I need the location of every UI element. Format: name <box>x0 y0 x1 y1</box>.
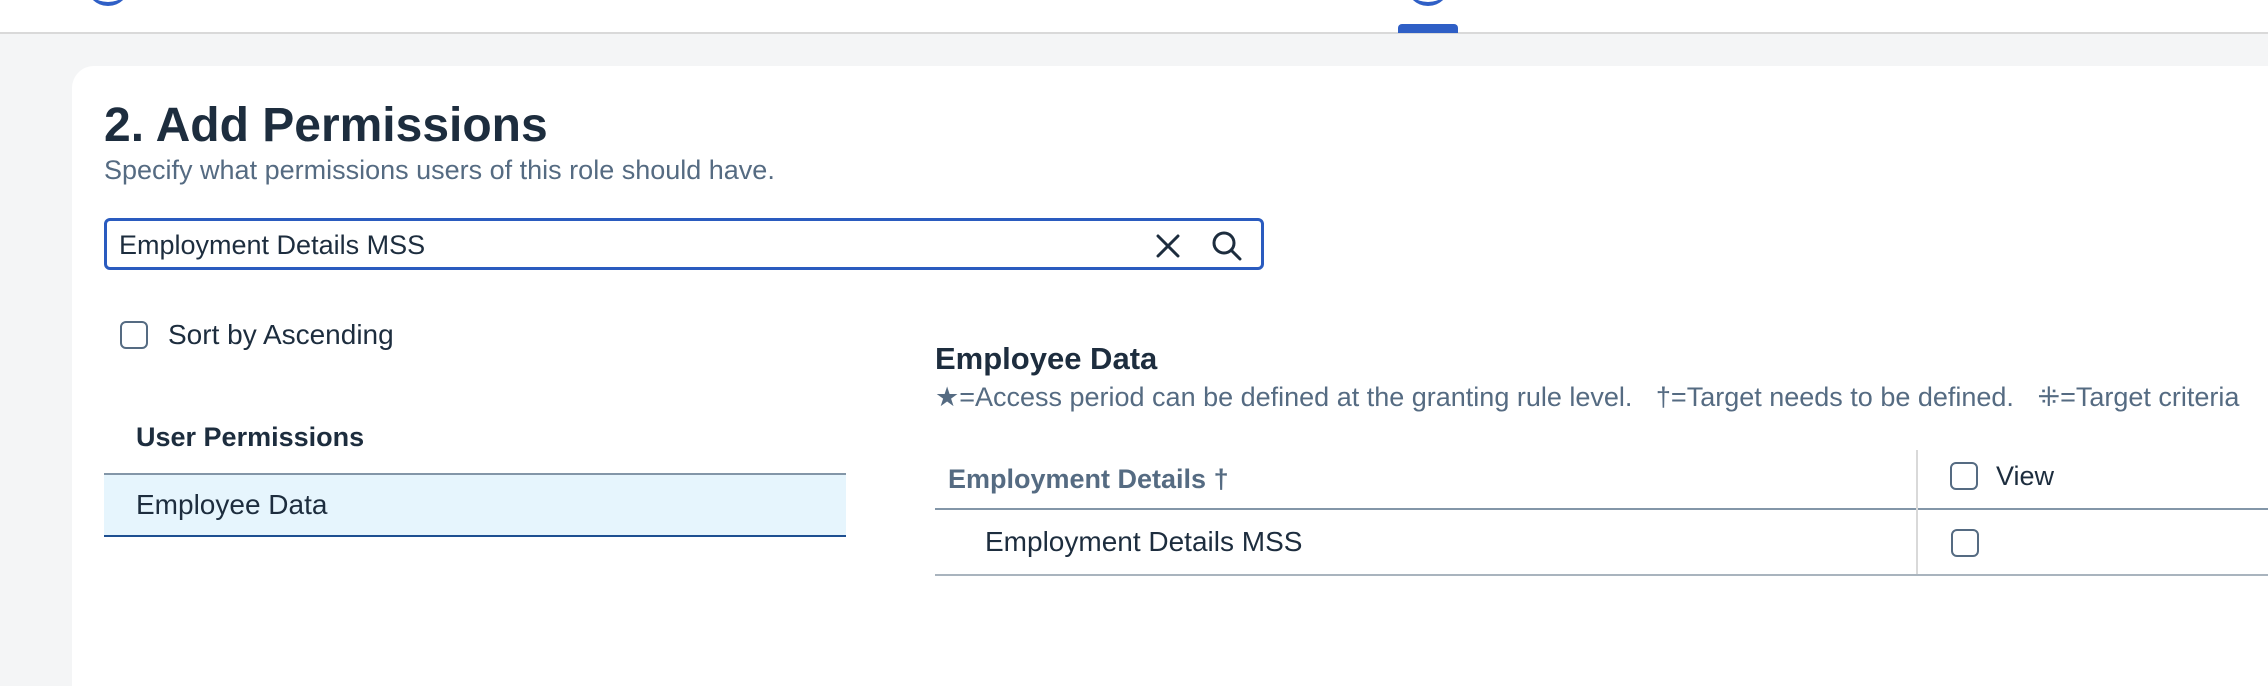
view-all-checkbox[interactable] <box>1950 462 1978 490</box>
wizard-step-bar <box>0 0 2268 34</box>
user-permissions-item-label: Employee Data <box>136 489 328 520</box>
search-input[interactable] <box>119 229 1119 261</box>
page-title: 2. Add Permissions <box>104 99 548 152</box>
user-permissions-header: User Permissions <box>136 422 365 452</box>
permission-legend: ★=Access period can be defined at the gr… <box>935 380 2255 414</box>
wizard-step-2-indicator[interactable] <box>1406 0 1450 6</box>
wizard-step-1-indicator[interactable] <box>86 0 130 6</box>
legend-target-criteria: ⁜=Target criteria <box>2037 382 2240 412</box>
sort-ascending-label[interactable]: Sort by Ascending <box>168 318 394 352</box>
user-permissions-item-employee-data[interactable]: Employee Data <box>104 475 846 537</box>
search-icon[interactable] <box>1211 230 1243 262</box>
view-column-label: View <box>1996 461 2055 491</box>
permission-group-header: Employment Details † <box>948 464 1229 494</box>
page-subtitle: Specify what permissions users of this r… <box>104 155 775 185</box>
close-icon[interactable] <box>1153 231 1183 261</box>
legend-access-period: ★=Access period can be defined at the gr… <box>935 382 1633 412</box>
employment-details-mss-view-checkbox[interactable] <box>1951 529 1979 557</box>
section-title: Employee Data <box>935 341 1158 376</box>
permissions-table-header: Employment Details † <box>935 450 2268 510</box>
permission-row-label: Employment Details MSS <box>985 526 1303 557</box>
search-field[interactable] <box>104 218 1264 270</box>
table-row: Employment Details MSS <box>935 510 2268 576</box>
sort-ascending-checkbox[interactable] <box>120 321 148 349</box>
current-step-marker <box>1398 24 1458 33</box>
legend-target-defined: †=Target needs to be defined. <box>1655 382 2014 412</box>
